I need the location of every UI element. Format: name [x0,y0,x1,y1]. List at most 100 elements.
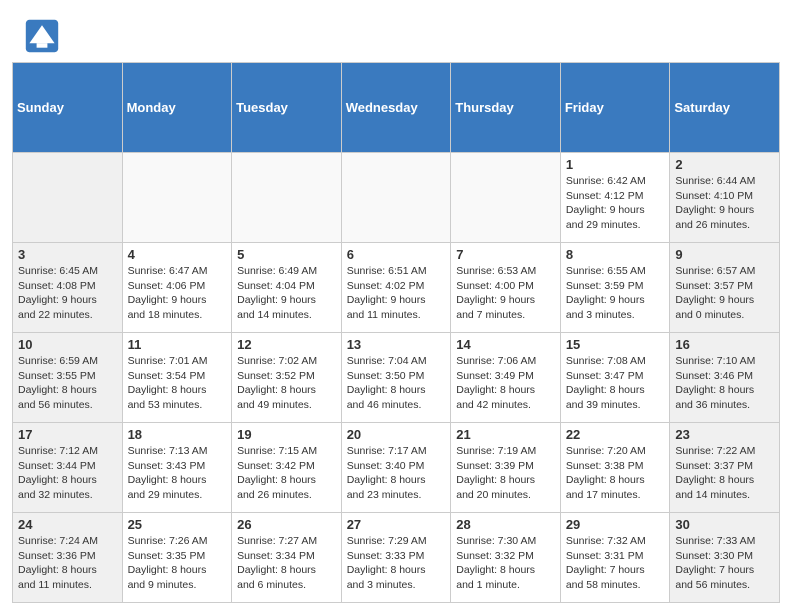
day-info: Sunrise: 7:04 AM Sunset: 3:50 PM Dayligh… [347,354,446,413]
day-info: Sunrise: 7:19 AM Sunset: 3:39 PM Dayligh… [456,444,555,503]
day-info: Sunrise: 6:53 AM Sunset: 4:00 PM Dayligh… [456,264,555,323]
day-number: 1 [566,157,665,172]
day-info: Sunrise: 7:27 AM Sunset: 3:34 PM Dayligh… [237,534,336,593]
calendar-cell: 21 Sunrise: 7:19 AM Sunset: 3:39 PM Dayli… [451,423,561,513]
calendar-cell: 2 Sunrise: 6:44 AM Sunset: 4:10 PM Daylig… [670,153,780,243]
day-number: 18 [128,427,227,442]
calendar-cell: 16 Sunrise: 7:10 AM Sunset: 3:46 PM Dayli… [670,333,780,423]
day-info: Sunrise: 7:01 AM Sunset: 3:54 PM Dayligh… [128,354,227,413]
day-info: Sunrise: 7:32 AM Sunset: 3:31 PM Dayligh… [566,534,665,593]
day-info: Sunrise: 7:29 AM Sunset: 3:33 PM Dayligh… [347,534,446,593]
day-info: Sunrise: 7:13 AM Sunset: 3:43 PM Dayligh… [128,444,227,503]
calendar-cell: 10 Sunrise: 6:59 AM Sunset: 3:55 PM Dayli… [13,333,123,423]
calendar-cell: 11 Sunrise: 7:01 AM Sunset: 3:54 PM Dayli… [122,333,232,423]
day-info: Sunrise: 7:12 AM Sunset: 3:44 PM Dayligh… [18,444,117,503]
day-number: 13 [347,337,446,352]
calendar-cell: 22 Sunrise: 7:20 AM Sunset: 3:38 PM Dayli… [560,423,670,513]
calendar-cell: 6 Sunrise: 6:51 AM Sunset: 4:02 PM Daylig… [341,243,451,333]
calendar-cell: 7 Sunrise: 6:53 AM Sunset: 4:00 PM Daylig… [451,243,561,333]
calendar-cell: 29 Sunrise: 7:32 AM Sunset: 3:31 PM Dayli… [560,513,670,603]
day-info: Sunrise: 7:26 AM Sunset: 3:35 PM Dayligh… [128,534,227,593]
day-info: Sunrise: 7:30 AM Sunset: 3:32 PM Dayligh… [456,534,555,593]
calendar-cell: 3 Sunrise: 6:45 AM Sunset: 4:08 PM Daylig… [13,243,123,333]
day-header-tuesday: Tuesday [232,63,342,153]
day-number: 7 [456,247,555,262]
day-info: Sunrise: 7:17 AM Sunset: 3:40 PM Dayligh… [347,444,446,503]
calendar-cell: 25 Sunrise: 7:26 AM Sunset: 3:35 PM Dayli… [122,513,232,603]
calendar-cell: 4 Sunrise: 6:47 AM Sunset: 4:06 PM Daylig… [122,243,232,333]
day-header-saturday: Saturday [670,63,780,153]
day-info: Sunrise: 6:51 AM Sunset: 4:02 PM Dayligh… [347,264,446,323]
day-number: 2 [675,157,774,172]
day-info: Sunrise: 7:20 AM Sunset: 3:38 PM Dayligh… [566,444,665,503]
day-number: 5 [237,247,336,262]
calendar-cell: 28 Sunrise: 7:30 AM Sunset: 3:32 PM Dayli… [451,513,561,603]
calendar-cell [122,153,232,243]
logo [24,18,64,54]
day-number: 25 [128,517,227,532]
day-number: 3 [18,247,117,262]
calendar-cell: 23 Sunrise: 7:22 AM Sunset: 3:37 PM Dayli… [670,423,780,513]
day-number: 30 [675,517,774,532]
calendar-cell: 30 Sunrise: 7:33 AM Sunset: 3:30 PM Dayli… [670,513,780,603]
day-number: 9 [675,247,774,262]
day-info: Sunrise: 6:42 AM Sunset: 4:12 PM Dayligh… [566,174,665,233]
day-number: 6 [347,247,446,262]
calendar-cell [451,153,561,243]
day-info: Sunrise: 6:57 AM Sunset: 3:57 PM Dayligh… [675,264,774,323]
day-info: Sunrise: 7:06 AM Sunset: 3:49 PM Dayligh… [456,354,555,413]
calendar-cell: 14 Sunrise: 7:06 AM Sunset: 3:49 PM Dayli… [451,333,561,423]
day-header-monday: Monday [122,63,232,153]
day-number: 11 [128,337,227,352]
day-info: Sunrise: 7:24 AM Sunset: 3:36 PM Dayligh… [18,534,117,593]
calendar-cell [341,153,451,243]
day-info: Sunrise: 7:33 AM Sunset: 3:30 PM Dayligh… [675,534,774,593]
day-number: 26 [237,517,336,532]
day-info: Sunrise: 7:02 AM Sunset: 3:52 PM Dayligh… [237,354,336,413]
day-info: Sunrise: 6:59 AM Sunset: 3:55 PM Dayligh… [18,354,117,413]
calendar-cell: 26 Sunrise: 7:27 AM Sunset: 3:34 PM Dayli… [232,513,342,603]
day-number: 28 [456,517,555,532]
day-info: Sunrise: 7:22 AM Sunset: 3:37 PM Dayligh… [675,444,774,503]
calendar-cell: 15 Sunrise: 7:08 AM Sunset: 3:47 PM Dayli… [560,333,670,423]
day-number: 14 [456,337,555,352]
calendar-cell: 13 Sunrise: 7:04 AM Sunset: 3:50 PM Dayli… [341,333,451,423]
calendar-cell: 17 Sunrise: 7:12 AM Sunset: 3:44 PM Dayli… [13,423,123,513]
day-number: 19 [237,427,336,442]
page-header [0,0,792,62]
day-info: Sunrise: 6:44 AM Sunset: 4:10 PM Dayligh… [675,174,774,233]
day-number: 10 [18,337,117,352]
day-number: 24 [18,517,117,532]
day-info: Sunrise: 7:10 AM Sunset: 3:46 PM Dayligh… [675,354,774,413]
calendar-cell [232,153,342,243]
day-number: 4 [128,247,227,262]
calendar-cell: 8 Sunrise: 6:55 AM Sunset: 3:59 PM Daylig… [560,243,670,333]
day-header-wednesday: Wednesday [341,63,451,153]
calendar-cell: 1 Sunrise: 6:42 AM Sunset: 4:12 PM Daylig… [560,153,670,243]
day-number: 29 [566,517,665,532]
logo-icon [24,18,60,54]
calendar-cell: 5Sunrise: 6:49 AM Sunset: 4:04 PM Daylig… [232,243,342,333]
calendar-cell: 19 Sunrise: 7:15 AM Sunset: 3:42 PM Dayli… [232,423,342,513]
day-header-friday: Friday [560,63,670,153]
day-number: 23 [675,427,774,442]
day-number: 20 [347,427,446,442]
day-info: Sunrise: 6:45 AM Sunset: 4:08 PM Dayligh… [18,264,117,323]
day-info: Sunrise: 7:08 AM Sunset: 3:47 PM Dayligh… [566,354,665,413]
day-number: 17 [18,427,117,442]
calendar-cell: 18 Sunrise: 7:13 AM Sunset: 3:43 PM Dayli… [122,423,232,513]
calendar-cell: 12 Sunrise: 7:02 AM Sunset: 3:52 PM Dayli… [232,333,342,423]
calendar-cell: 27 Sunrise: 7:29 AM Sunset: 3:33 PM Dayli… [341,513,451,603]
day-number: 27 [347,517,446,532]
day-number: 15 [566,337,665,352]
day-number: 8 [566,247,665,262]
day-info: Sunrise: 6:47 AM Sunset: 4:06 PM Dayligh… [128,264,227,323]
day-number: 16 [675,337,774,352]
day-number: 21 [456,427,555,442]
day-number: 22 [566,427,665,442]
day-info: Sunrise: 6:55 AM Sunset: 3:59 PM Dayligh… [566,264,665,323]
day-number: 12 [237,337,336,352]
day-info: Sunrise: 7:15 AM Sunset: 3:42 PM Dayligh… [237,444,336,503]
calendar-table: SundayMondayTuesdayWednesdayThursdayFrid… [12,62,780,603]
calendar-cell: 24 Sunrise: 7:24 AM Sunset: 3:36 PM Dayli… [13,513,123,603]
